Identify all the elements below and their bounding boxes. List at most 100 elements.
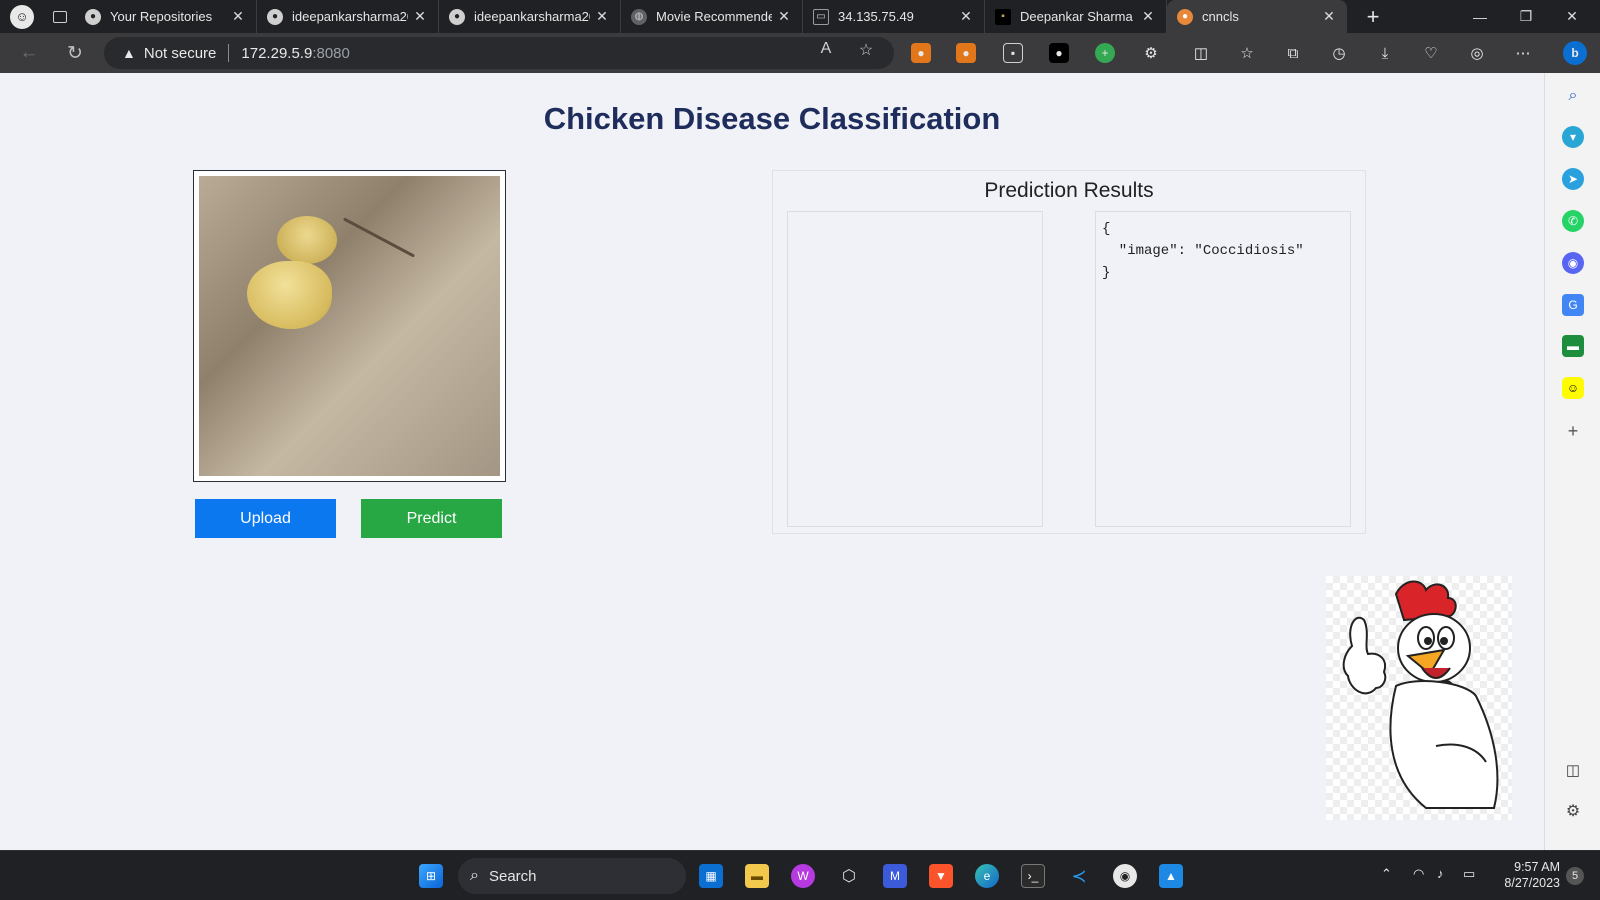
performance-icon[interactable]: ♡	[1421, 43, 1441, 63]
tab-portfolio[interactable]: ▪ Deepankar Sharma P ✕	[985, 0, 1167, 33]
edge-icon[interactable]: e	[975, 864, 999, 888]
tab-actions-icon[interactable]	[53, 10, 67, 23]
translate-icon[interactable]: G	[1562, 294, 1584, 316]
notification-badge[interactable]: 5	[1566, 867, 1584, 885]
results-image-pane	[787, 211, 1043, 527]
results-json-output: { "image": "Coccidiosis" }	[1095, 211, 1351, 527]
warning-icon: ▲	[122, 45, 136, 61]
divider	[228, 44, 230, 62]
github-icon: ●	[267, 8, 283, 25]
window-extension-icon[interactable]: ▪	[1003, 43, 1023, 63]
address-bar[interactable]: ▲ Not secure 172.29.5.9:8080	[104, 37, 894, 69]
obs-icon[interactable]: ◉	[1113, 864, 1137, 888]
page-title: Chicken Disease Classification	[543, 101, 1001, 136]
close-icon[interactable]: ✕	[776, 8, 792, 25]
tab-ip-address[interactable]: ▭ 34.135.75.49 ✕	[803, 0, 985, 33]
chicken-mascot-illustration	[1342, 580, 1499, 809]
tab-github-3[interactable]: ● ideepankarsharma20 ✕	[439, 0, 621, 33]
close-icon[interactable]: ✕	[412, 8, 428, 25]
security-status: Not secure	[143, 44, 217, 62]
portfolio-icon: ▪	[995, 8, 1011, 25]
favorite-star-icon[interactable]: ☆	[856, 40, 876, 60]
upload-button[interactable]: Upload	[195, 499, 336, 538]
photos-icon[interactable]: ▲	[1159, 864, 1183, 888]
clock-time: 9:57 AM	[1514, 860, 1560, 874]
minimize-icon[interactable]: —	[1457, 0, 1503, 33]
plus-extension-icon[interactable]: +	[1095, 43, 1115, 63]
manage-icon[interactable]: M	[883, 864, 907, 888]
new-tab-button[interactable]: +	[1359, 4, 1387, 30]
taskbar-search[interactable]: ⌕ Search	[458, 858, 686, 894]
windows-taskbar: ⊞ ⌕ Search ▦ ▬ W ⬡ M ▼ e ›_ ≺ ◉ ▲ ⌃ ◠ ♪ …	[0, 850, 1600, 900]
more-menu-icon[interactable]: ⋯	[1513, 43, 1533, 63]
profile-avatar-icon[interactable]: ☺	[10, 4, 34, 29]
image-crack	[342, 217, 416, 258]
wifi-icon[interactable]: ◠	[1413, 866, 1424, 882]
sidebar-panel-icon[interactable]: ◫	[1562, 759, 1584, 781]
close-icon[interactable]: ✕	[1321, 8, 1337, 25]
window-close-icon[interactable]: ✕	[1549, 0, 1595, 33]
image-blob	[247, 261, 332, 329]
predict-button[interactable]: Predict	[361, 499, 502, 538]
unity-icon[interactable]: ⬡	[837, 864, 861, 888]
uploaded-image-frame	[193, 170, 506, 482]
windows-start-icon[interactable]: ⊞	[419, 864, 443, 888]
taskbar-search-label: Search	[488, 867, 537, 885]
close-icon[interactable]: ✕	[594, 8, 610, 25]
close-icon[interactable]: ✕	[958, 8, 974, 25]
close-icon[interactable]: ✕	[230, 8, 246, 25]
taskbar-clock[interactable]: 9:57 AM 8/27/2023	[1490, 859, 1560, 891]
metamask-icon[interactable]: ●	[911, 43, 931, 63]
vscode-icon[interactable]: ≺	[1067, 864, 1091, 888]
page-icon: ▭	[813, 8, 829, 25]
shopping-icon[interactable]: ▾	[1562, 126, 1584, 148]
add-sidebar-icon[interactable]: +	[1562, 420, 1584, 442]
file-explorer-icon[interactable]: ▬	[745, 864, 769, 888]
tab-movie-recommender[interactable]: ◍ Movie Recommender ✕	[621, 0, 803, 33]
browser-sidebar: ⌕ ▾ ➤ ✆ ◉ G ▬ ☺ + ◫ ⚙	[1544, 73, 1600, 850]
results-title: Prediction Results	[984, 179, 1154, 202]
history-icon[interactable]: ◷	[1329, 43, 1349, 63]
github-icon: ●	[85, 8, 101, 25]
web-page: Chicken Disease Classification Upload Pr…	[0, 73, 1544, 850]
copilot-icon[interactable]: ◎	[1467, 43, 1487, 63]
browser-tab-bar: ☺ ● Your Repositories ✕ ● ideepankarshar…	[0, 0, 1600, 33]
volume-icon[interactable]: ♪	[1437, 866, 1444, 881]
wps-icon[interactable]: W	[791, 864, 815, 888]
extensions-puzzle-icon[interactable]: ⚙	[1141, 43, 1161, 63]
github-icon: ●	[449, 8, 465, 25]
read-aloud-icon[interactable]: A	[816, 40, 836, 60]
chat-icon[interactable]: ▬	[1562, 335, 1584, 357]
back-icon[interactable]: ←	[17, 41, 41, 65]
snapchat-icon[interactable]: ☺	[1562, 377, 1584, 399]
favorites-icon[interactable]: ☆	[1237, 43, 1257, 63]
terminal-icon[interactable]: ›_	[1021, 864, 1045, 888]
store-icon[interactable]: ▦	[699, 864, 723, 888]
whatsapp-icon[interactable]: ✆	[1562, 210, 1584, 232]
tab-cnncls[interactable]: ● cnncls ✕	[1167, 0, 1347, 33]
tab-github-2[interactable]: ● ideepankarsharma20 ✕	[257, 0, 439, 33]
brave-icon[interactable]: ▼	[929, 864, 953, 888]
discord-icon[interactable]: ◉	[1562, 252, 1584, 274]
restore-icon[interactable]: ❐	[1503, 0, 1549, 33]
cat-extension-icon[interactable]: ●	[1049, 43, 1069, 63]
settings-gear-icon[interactable]: ⚙	[1562, 800, 1584, 822]
split-screen-icon[interactable]: ◫	[1191, 43, 1211, 63]
battery-icon[interactable]: ▭	[1463, 866, 1475, 882]
collections-icon[interactable]: ⧉	[1283, 43, 1303, 63]
chevron-up-icon[interactable]: ⌃	[1381, 866, 1392, 882]
telegram-icon[interactable]: ➤	[1562, 168, 1584, 190]
search-icon[interactable]: ⌕	[1562, 85, 1584, 107]
reload-icon[interactable]: ↻	[63, 41, 87, 65]
url-port: :8080	[312, 44, 350, 62]
clock-date: 8/27/2023	[1504, 876, 1560, 890]
close-icon[interactable]: ✕	[1140, 8, 1156, 25]
search-icon: ⌕	[470, 867, 479, 884]
tab-your-repositories[interactable]: ● Your Repositories ✕	[75, 0, 257, 33]
image-blob	[277, 216, 337, 264]
fox-extension-icon[interactable]: ●	[956, 43, 976, 63]
downloads-icon[interactable]: ⤓	[1375, 43, 1395, 63]
prediction-results-panel: Prediction Results { "image": "Coccidios…	[772, 170, 1366, 534]
bing-icon[interactable]: b	[1563, 41, 1587, 65]
site-icon: ●	[1177, 8, 1193, 25]
